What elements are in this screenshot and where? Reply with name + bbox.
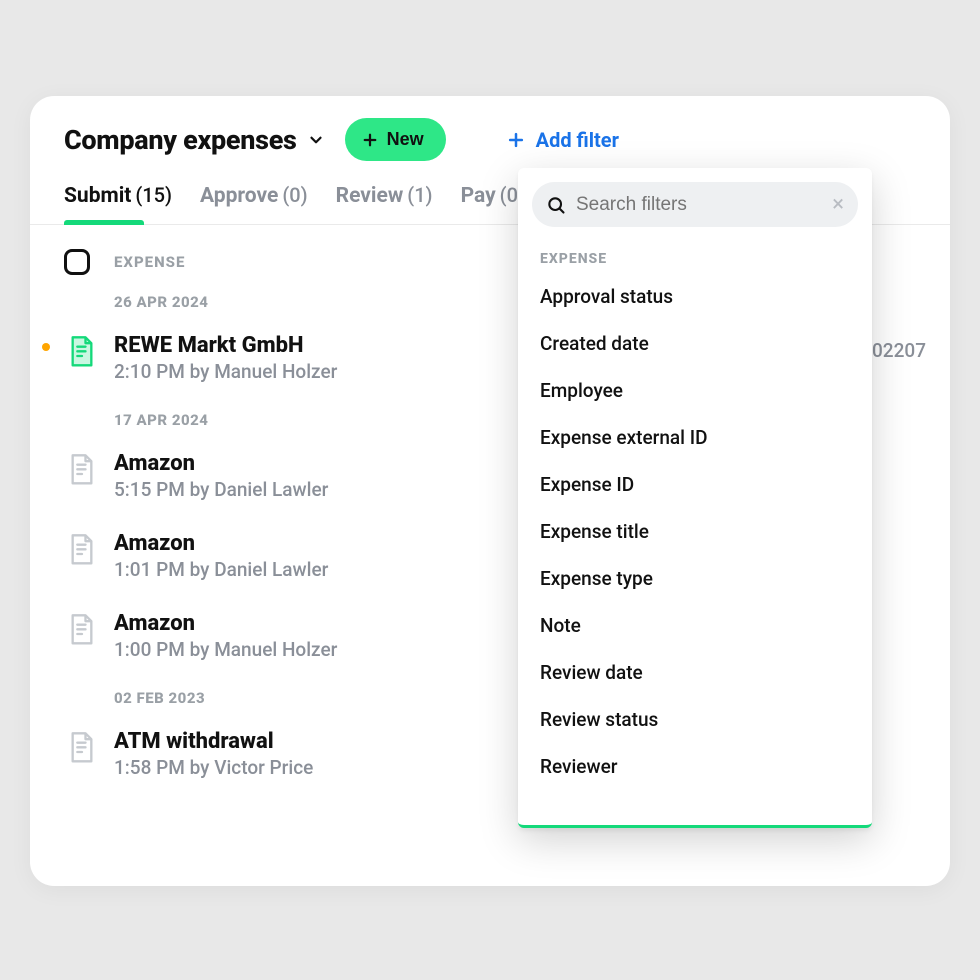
filter-search-wrap: × [532,182,858,227]
filter-option[interactable]: Note [518,602,872,649]
filter-option[interactable]: Review status [518,696,872,743]
add-filter-label: Add filter [536,128,619,152]
column-expense-label: EXPENSE [114,253,185,271]
document-icon [68,613,96,647]
tab-count: (0 [500,183,518,207]
plus-icon [506,130,526,150]
document-icon [68,533,96,566]
filter-option[interactable]: Approval status [518,273,872,320]
tab-approve[interactable]: Approve (0) [200,183,308,224]
document-icon [68,731,96,764]
filter-dropdown: × EXPENSE Approval statusCreated dateEmp… [518,168,872,828]
search-icon [546,195,566,215]
header: Company expenses New Add filter [30,96,950,161]
new-button-label: New [387,129,424,150]
filter-option[interactable]: Employee [518,367,872,414]
document-icon [68,453,96,487]
filter-option[interactable]: Reviewer [518,743,872,790]
filter-section-label: EXPENSE [518,237,872,273]
select-all-checkbox[interactable] [64,249,90,275]
status-dot-icon [42,343,50,351]
tab-label: Submit [64,184,131,208]
filter-option[interactable]: Created date [518,320,872,367]
document-icon [68,533,96,567]
add-filter-button[interactable]: Add filter [506,128,619,152]
filter-option[interactable]: Expense title [518,508,872,555]
document-icon [68,335,96,369]
chevron-down-icon [307,131,325,149]
tab-label: Approve [200,184,278,208]
new-button[interactable]: New [345,118,446,161]
filter-search-input[interactable] [576,194,822,216]
tab-pay[interactable]: Pay (0 [461,183,518,224]
page-title: Company expenses [64,124,297,156]
tab-submit[interactable]: Submit (15) [64,183,172,224]
view-selector[interactable]: Company expenses [64,124,325,156]
document-icon [68,731,96,765]
tab-count: (1) [407,183,432,207]
tab-count: (15) [135,183,172,207]
plus-icon [361,131,379,149]
document-icon [68,453,96,486]
filter-option[interactable]: Expense ID [518,461,872,508]
tab-label: Review [336,184,404,208]
clear-search-icon[interactable]: × [832,192,844,217]
filter-option[interactable]: Expense type [518,555,872,602]
document-icon [68,335,96,368]
document-icon [68,613,96,646]
tab-review[interactable]: Review (1) [336,183,433,224]
tab-label: Pay [461,184,496,208]
filter-option[interactable]: Review date [518,649,872,696]
tab-count: (0) [282,183,307,207]
filter-option[interactable]: Expense external ID [518,414,872,461]
